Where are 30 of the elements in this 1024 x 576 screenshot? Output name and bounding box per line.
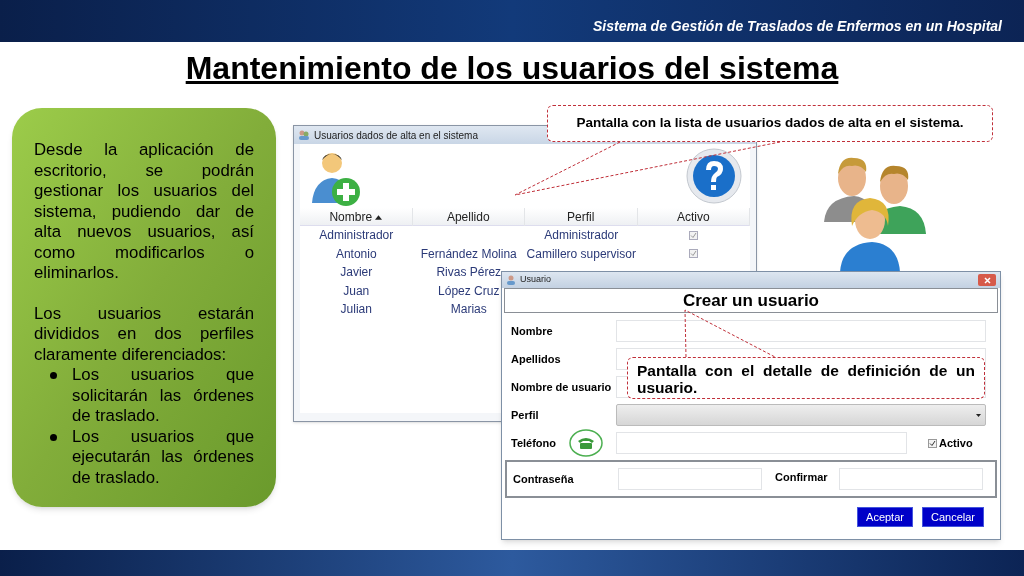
callout-text: Pantalla con la lista de usuarios dados de alta en el sistema. — [576, 114, 964, 133]
checkbox-label: Activo — [939, 435, 973, 451]
bullet-text: Los usuarios que solicitarán las órdenes de traslado. — [72, 365, 254, 427]
slide-title: Mantenimiento de los usuarios del sistema — [185, 49, 839, 88]
dialog-heading: Crear un usuario — [682, 289, 819, 312]
window-title: Usuario — [520, 273, 552, 287]
field-label: Contraseña — [513, 471, 575, 487]
table-cell: Antonio — [335, 246, 377, 261]
table-cell: Rivas Pérez — [436, 265, 502, 280]
callout-text: Pantalla con el detalle de definición de un usuario. — [637, 362, 975, 396]
table-cell: Camillero supervisor — [526, 246, 636, 261]
field-label: Teléfono — [511, 435, 557, 451]
table-cell: Administrador — [544, 228, 619, 243]
table-cell: Juan — [343, 283, 370, 298]
table-cell: Fernández Molina — [420, 246, 517, 261]
table-cell: Marias — [450, 302, 487, 317]
table-cell: Julian — [340, 302, 372, 317]
field-label: Perfil — [511, 407, 540, 423]
field-label: Apellidos — [511, 351, 562, 367]
field-label: Nombre de usuario — [511, 379, 613, 395]
window-title: Usuarios dados de alta en el sistema — [314, 128, 478, 143]
slide-subtitle: Sistema de Gestión de Traslados de Enfermos en un Hospital — [593, 17, 1002, 36]
field-label: Nombre — [511, 323, 554, 339]
table-cell: López Cruz — [438, 283, 500, 298]
info-paragraph: Los usuarios estarán divididos en dos perfiles claramente diferenciados: — [34, 303, 254, 365]
field-label: Confirmar — [775, 469, 829, 485]
table-cell: Javier — [340, 265, 373, 280]
bullet-text: Los usuarios que ejecutarán las órdenes de traslado. — [72, 426, 254, 488]
info-paragraph: Desde la aplicación de escritorio, se podrán gestionar los usuarios del sistema, pudiendo dar de alta nuevos usuarios, así como modificarlos o eliminarlos. — [34, 140, 254, 284]
table-cell: Administrador — [319, 228, 394, 243]
